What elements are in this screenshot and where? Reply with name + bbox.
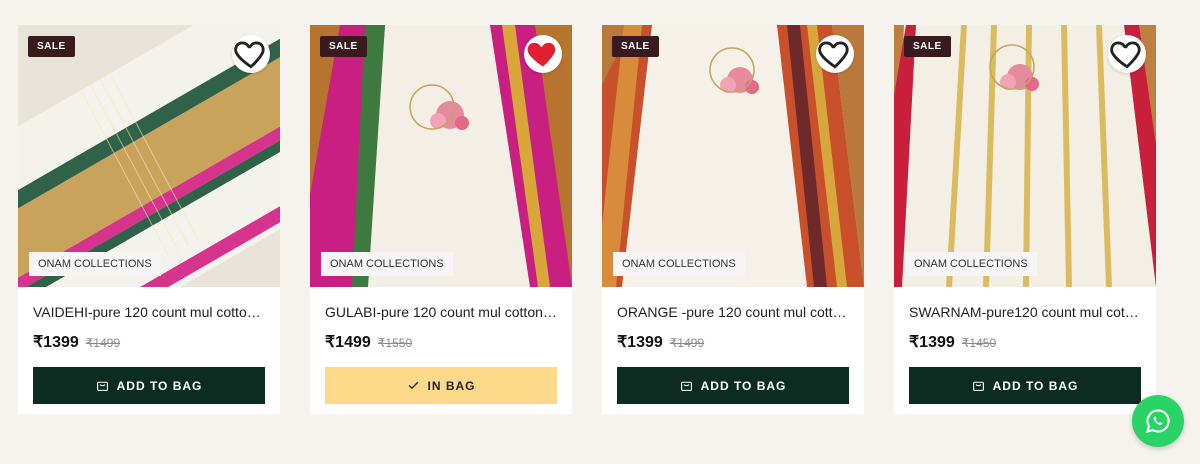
add-to-bag-button[interactable]: ADD TO BAG bbox=[617, 367, 849, 404]
check-icon bbox=[407, 379, 420, 392]
add-to-bag-button[interactable]: ADD TO BAG bbox=[909, 367, 1141, 404]
sale-badge: SALE bbox=[28, 36, 75, 57]
product-title[interactable]: VAIDEHI-pure 120 count mul cotton saree bbox=[33, 304, 265, 320]
sale-price: ₹1399 bbox=[33, 334, 79, 351]
product-grid: SALE ONAM COLLECTIONS VAIDEHI-pure 120 c… bbox=[18, 25, 1156, 414]
product-card[interactable]: SALE ONAM COLLECTIONS SWARNAM-pure120 co… bbox=[894, 25, 1156, 414]
product-title[interactable]: GULABI-pure 120 count mul cotton saree bbox=[325, 304, 557, 320]
product-image[interactable]: SALE ONAM COLLECTIONS bbox=[894, 25, 1156, 287]
sale-price: ₹1399 bbox=[909, 334, 955, 351]
product-title[interactable]: SWARNAM-pure120 count mul cotton saree bbox=[909, 304, 1141, 320]
product-title[interactable]: ORANGE -pure 120 count mul cotton saree bbox=[617, 304, 849, 320]
wishlist-button[interactable] bbox=[232, 35, 270, 73]
bag-icon bbox=[680, 379, 693, 392]
original-price: ₹1499 bbox=[669, 336, 705, 350]
product-image[interactable]: SALE ONAM COLLECTIONS bbox=[18, 25, 280, 287]
heart-outline-icon bbox=[1110, 41, 1141, 69]
button-label: ADD TO BAG bbox=[992, 378, 1079, 393]
sale-badge: SALE bbox=[904, 36, 951, 57]
heart-filled-icon bbox=[527, 42, 556, 67]
product-image[interactable]: SALE ONAM COLLECTIONS bbox=[310, 25, 572, 287]
sale-price: ₹1399 bbox=[617, 334, 663, 351]
collection-tag[interactable]: ONAM COLLECTIONS bbox=[29, 252, 161, 276]
sale-price: ₹1499 bbox=[325, 334, 371, 351]
sale-badge: SALE bbox=[320, 36, 367, 57]
heart-outline-icon bbox=[234, 41, 265, 69]
sale-badge: SALE bbox=[612, 36, 659, 57]
button-label: ADD TO BAG bbox=[116, 378, 203, 393]
button-label: ADD TO BAG bbox=[700, 378, 787, 393]
wishlist-button[interactable] bbox=[524, 35, 562, 73]
original-price: ₹1450 bbox=[961, 336, 997, 350]
bag-icon bbox=[96, 379, 109, 392]
whatsapp-chat-button[interactable] bbox=[1132, 395, 1184, 447]
collection-tag[interactable]: ONAM COLLECTIONS bbox=[905, 252, 1037, 276]
product-card[interactable]: SALE ONAM COLLECTIONS ORANGE -pure 120 c… bbox=[602, 25, 864, 414]
bag-icon bbox=[972, 379, 985, 392]
product-image[interactable]: SALE ONAM COLLECTIONS bbox=[602, 25, 864, 287]
wishlist-button[interactable] bbox=[816, 35, 854, 73]
whatsapp-icon bbox=[1146, 409, 1170, 433]
add-to-bag-button[interactable]: ADD TO BAG bbox=[33, 367, 265, 404]
product-card[interactable]: SALE ONAM COLLECTIONS VAIDEHI-pure 120 c… bbox=[18, 25, 280, 414]
button-label: IN BAG bbox=[427, 378, 476, 393]
heart-outline-icon bbox=[818, 41, 849, 69]
original-price: ₹1550 bbox=[377, 336, 413, 350]
wishlist-button[interactable] bbox=[1108, 35, 1146, 73]
original-price: ₹1499 bbox=[85, 336, 121, 350]
in-bag-button[interactable]: IN BAG bbox=[325, 367, 557, 404]
collection-tag[interactable]: ONAM COLLECTIONS bbox=[321, 252, 453, 276]
collection-tag[interactable]: ONAM COLLECTIONS bbox=[613, 252, 745, 276]
product-card[interactable]: SALE ONAM COLLECTIONS GULABI-pure 120 co… bbox=[310, 25, 572, 414]
